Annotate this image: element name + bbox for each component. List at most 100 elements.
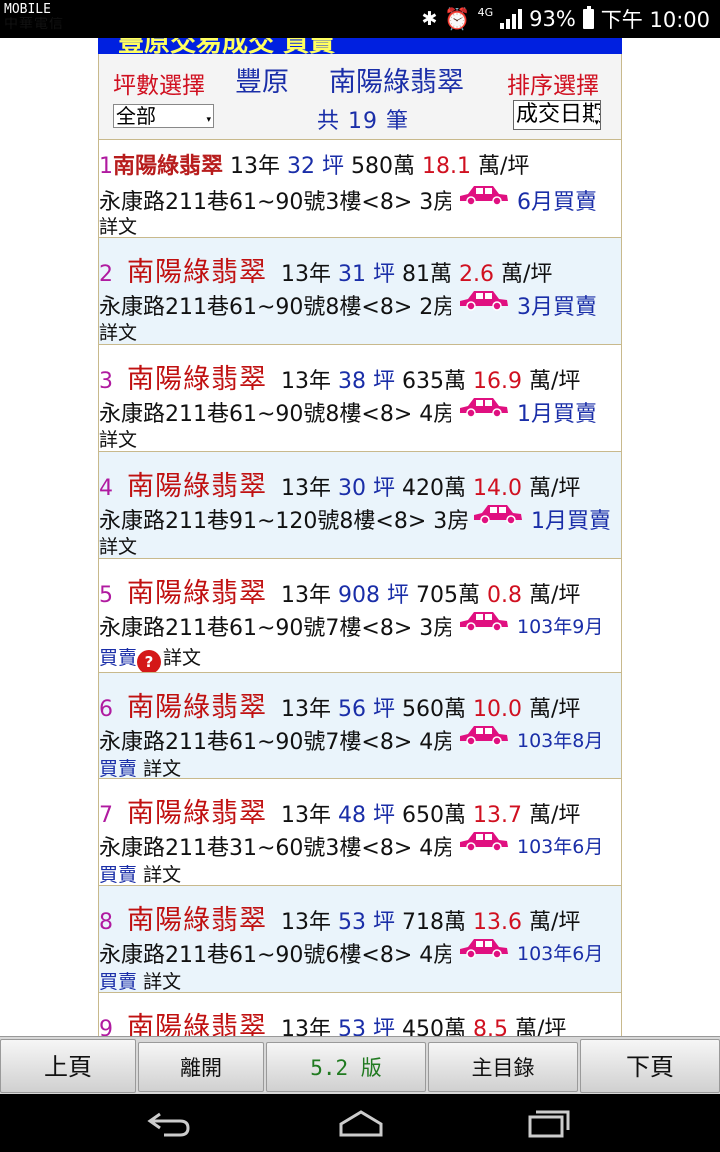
list-item[interactable]: 1南陽綠翡翠 13年 32 坪 580萬 18.1 萬/坪 永康路211巷61~…: [98, 140, 622, 238]
detail-label: 詳文: [99, 322, 138, 344]
detail-link[interactable]: 詳文: [99, 318, 138, 344]
listing-index: 2: [99, 262, 113, 287]
listing-line1: 5 南陽綠翡翠 13年 908 坪 705萬 0.8 萬/坪: [99, 571, 580, 610]
sort-select[interactable]: 成交日期 ▾: [513, 100, 601, 130]
list-item[interactable]: 7 南陽綠翡翠 13年 48 坪 650萬 13.7 萬/坪 永康路211巷31…: [98, 779, 622, 886]
listing-price: 450萬: [402, 1017, 467, 1036]
deal-date[interactable]: 103年6月: [517, 939, 603, 966]
listing-list: 1南陽綠翡翠 13年 32 坪 580萬 18.1 萬/坪 永康路211巷61~…: [98, 140, 622, 1036]
deal-date[interactable]: 103年6月: [517, 832, 603, 859]
ping-unit: 坪: [373, 803, 396, 828]
list-item[interactable]: 9 南陽綠翡翠 13年 53 坪 450萬 8.5 萬/坪: [98, 993, 622, 1036]
deal-date[interactable]: 1月買賣: [531, 503, 611, 535]
deal-date[interactable]: 6月買賣: [517, 184, 597, 216]
detail-link[interactable]: 詳文: [143, 971, 181, 992]
listing-name[interactable]: 南陽綠翡翠: [113, 154, 223, 179]
prev-page-button[interactable]: 上頁: [0, 1039, 136, 1093]
listing-line1: 8 南陽綠翡翠 13年 53 坪 718萬 13.6 萬/坪: [99, 898, 580, 937]
listing-name[interactable]: 南陽綠翡翠: [127, 1012, 267, 1036]
city-name: 豐原: [235, 67, 289, 98]
deal-date[interactable]: 103年8月: [517, 726, 603, 753]
ping-unit: 坪: [373, 369, 396, 394]
carrier-logo: MOBILE 中華電信: [4, 3, 63, 32]
listing-index: 4: [99, 476, 113, 501]
ping-unit: 坪: [373, 1017, 396, 1036]
listing-name[interactable]: 南陽綠翡翠: [127, 798, 267, 829]
listing-name[interactable]: 南陽綠翡翠: [127, 257, 267, 288]
deal-suffix[interactable]: 買賣: [99, 971, 137, 992]
list-item[interactable]: 6 南陽綠翡翠 13年 56 坪 560萬 10.0 萬/坪 永康路211巷61…: [98, 673, 622, 779]
list-item[interactable]: 4 南陽綠翡翠 13年 30 坪 420萬 14.0 萬/坪 永康路211巷91…: [98, 452, 622, 559]
listing-unit-price: 0.8: [487, 583, 523, 608]
car-icon[interactable]: [459, 289, 509, 311]
listing-name[interactable]: 南陽綠翡翠: [127, 578, 267, 609]
unit-price-label: 萬/坪: [529, 369, 581, 394]
list-item[interactable]: 8 南陽綠翡翠 13年 53 坪 718萬 13.6 萬/坪 永康路211巷61…: [98, 886, 622, 993]
car-icon[interactable]: [459, 830, 509, 852]
listing-index: 9: [99, 1017, 113, 1036]
listing-name[interactable]: 南陽綠翡翠: [127, 364, 267, 395]
bluetooth-icon: ✱: [421, 8, 438, 30]
detail-link[interactable]: 詳文: [99, 212, 137, 237]
listing-address: 永康路211巷61~90號7樓<8> 3房: [99, 616, 451, 641]
listing-line3: 買賣 詳文: [99, 967, 181, 992]
listing-age: 13年: [281, 476, 331, 501]
exit-button[interactable]: 離開: [138, 1042, 264, 1092]
listing-line1: 1南陽綠翡翠 13年 32 坪 580萬 18.1 萬/坪: [99, 148, 529, 180]
unit-price-label: 萬/坪: [529, 476, 581, 501]
sort-select-label: 排序選擇: [507, 73, 599, 99]
car-icon[interactable]: [473, 503, 523, 525]
list-item[interactable]: 2 南陽綠翡翠 13年 31 坪 81萬 2.6 萬/坪 永康路211巷61~9…: [98, 238, 622, 345]
listing-line3: 買賣? 詳文: [99, 643, 201, 672]
deal-suffix[interactable]: 買賣: [99, 864, 137, 885]
car-icon[interactable]: [459, 396, 509, 418]
detail-link[interactable]: 詳文: [163, 647, 201, 669]
question-icon[interactable]: ?: [137, 650, 162, 672]
listing-price: 580萬: [351, 154, 416, 179]
car-icon[interactable]: [459, 184, 509, 206]
listing-age: 13年: [281, 910, 331, 935]
main-menu-button[interactable]: 主目錄: [428, 1042, 578, 1092]
car-icon[interactable]: [459, 937, 509, 959]
area-select[interactable]: 全部 ▾: [113, 104, 214, 128]
recent-apps-icon[interactable]: [526, 1108, 572, 1138]
deal-date[interactable]: 3月買賣: [517, 289, 597, 321]
detail-link[interactable]: 詳文: [143, 864, 181, 885]
listing-index: 3: [99, 369, 113, 394]
deal-suffix[interactable]: 買賣: [99, 647, 137, 669]
list-item[interactable]: 5 南陽綠翡翠 13年 908 坪 705萬 0.8 萬/坪 永康路211巷61…: [98, 559, 622, 673]
listing-name[interactable]: 南陽綠翡翠: [127, 692, 267, 723]
listing-unit-price: 10.0: [473, 697, 522, 722]
deal-suffix[interactable]: 買賣: [99, 758, 137, 778]
listing-line1: 7 南陽綠翡翠 13年 48 坪 650萬 13.7 萬/坪: [99, 791, 580, 830]
listing-ping: 30: [338, 476, 366, 501]
car-icon[interactable]: [459, 610, 509, 632]
listing-unit-price: 18.1: [422, 154, 472, 179]
detail-link[interactable]: 詳文: [99, 425, 137, 451]
deal-date[interactable]: 1月買賣: [517, 396, 597, 428]
listing-address: 永康路211巷61~90號3樓<8> 3房: [99, 190, 451, 215]
listing-name[interactable]: 南陽綠翡翠: [127, 905, 267, 936]
listing-line1: 9 南陽綠翡翠 13年 53 坪 450萬 8.5 萬/坪: [99, 1005, 566, 1036]
unit-price-label: 萬/坪: [529, 803, 581, 828]
listing-unit-price: 8.5: [473, 1017, 509, 1036]
detail-link[interactable]: 詳文: [99, 532, 137, 558]
back-icon[interactable]: [146, 1108, 192, 1138]
listing-address: 永康路211巷31~60號3樓<8> 4房: [99, 836, 451, 861]
listing-unit-price: 2.6: [459, 262, 495, 287]
detail-link[interactable]: 詳文: [143, 758, 181, 778]
deal-date[interactable]: 103年9月: [517, 612, 603, 639]
unit-price-label: 萬/坪: [478, 154, 530, 179]
list-item[interactable]: 3 南陽綠翡翠 13年 38 坪 635萬 16.9 萬/坪 永康路211巷61…: [98, 345, 622, 452]
version-button[interactable]: 5.2 版: [266, 1042, 426, 1092]
listing-index: 5: [99, 583, 113, 608]
listing-age: 13年: [281, 697, 331, 722]
home-icon[interactable]: [337, 1108, 385, 1138]
listing-ping: 31: [338, 262, 366, 287]
unit-price-label: 萬/坪: [529, 697, 581, 722]
listing-age: 13年: [281, 369, 331, 394]
unit-price-label: 萬/坪: [501, 262, 553, 287]
next-page-button[interactable]: 下頁: [580, 1039, 720, 1093]
listing-name[interactable]: 南陽綠翡翠: [127, 471, 267, 502]
car-icon[interactable]: [459, 724, 509, 746]
